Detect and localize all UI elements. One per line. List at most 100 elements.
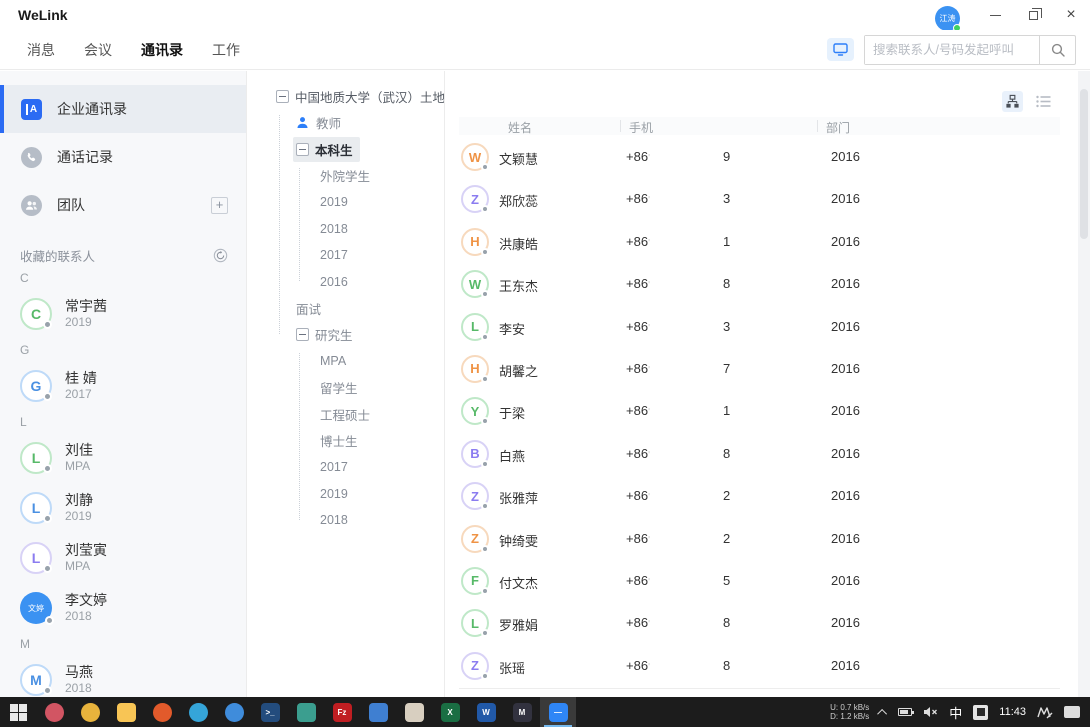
taskbar-app-marktext[interactable]: M: [504, 697, 540, 727]
taskbar-app-app-pink[interactable]: [36, 697, 72, 727]
table-row[interactable]: F付文杰+8652016: [459, 560, 1060, 602]
ime-indicator[interactable]: 中: [949, 703, 962, 722]
tree-node[interactable]: 2018: [247, 507, 444, 534]
collapse-icon[interactable]: [296, 328, 309, 341]
tree-node[interactable]: 博士生: [247, 428, 444, 455]
tree-node[interactable]: 2017: [247, 242, 444, 269]
table-row[interactable]: Z张雅萍+8622016: [459, 475, 1060, 517]
favorite-contact[interactable]: L刘静2019: [20, 483, 246, 533]
tab-4[interactable]: 工作: [212, 40, 240, 60]
tree-node[interactable]: 工程硕士: [247, 401, 444, 428]
contact-info: 刘佳MPA: [65, 442, 93, 474]
table-row[interactable]: L罗雅娟+8682016: [459, 602, 1060, 644]
tree-node[interactable]: MPA: [247, 348, 444, 375]
contact-sub: MPA: [65, 559, 107, 574]
tab-2[interactable]: 会议: [84, 40, 112, 60]
volume-muted-icon[interactable]: [923, 706, 938, 718]
taskbar-app-powershell[interactable]: >_: [252, 697, 288, 727]
tab-3[interactable]: 通讯录: [141, 40, 183, 60]
table-row[interactable]: Z郑欣蕊+8632016: [459, 178, 1060, 220]
taskbar-app-word[interactable]: W: [468, 697, 504, 727]
tree-node[interactable]: 外院学生: [247, 163, 444, 190]
call-screen-icon[interactable]: [827, 38, 854, 61]
battery-icon[interactable]: [898, 708, 912, 716]
tree-node[interactable]: 留学生: [247, 375, 444, 402]
cell-department: 2016: [831, 488, 860, 503]
cell-phone-last-digit: 1: [723, 234, 730, 249]
favorite-contact[interactable]: L刘莹寅MPA: [20, 533, 246, 583]
phone-icon: [21, 147, 42, 168]
action-center-icon[interactable]: [1064, 706, 1080, 718]
search-input[interactable]: [865, 36, 1039, 64]
favorite-contact[interactable]: L刘佳MPA: [20, 433, 246, 483]
cell-name: 于梁: [499, 403, 525, 422]
table-row[interactable]: Z钟绮雯+8622016: [459, 518, 1060, 560]
tree-node[interactable]: 2019: [247, 481, 444, 508]
favorite-contact[interactable]: G桂 婧2017: [20, 361, 246, 411]
taskbar-app-filezilla[interactable]: Fz: [324, 697, 360, 727]
add-team-button[interactable]: +: [211, 197, 228, 214]
sidebar-item-corporate-directory[interactable]: A 企业通讯录: [0, 85, 246, 133]
user-avatar[interactable]: 江涛: [935, 6, 960, 31]
taskbar-app-app-orange[interactable]: [144, 697, 180, 727]
show-hidden-icons-chevron[interactable]: [877, 708, 887, 718]
table-row[interactable]: H洪康皓+8612016: [459, 221, 1060, 263]
collapse-icon[interactable]: [296, 143, 309, 156]
table-row[interactable]: Z张瑶+8682016: [459, 645, 1060, 687]
taskbar-app-photos[interactable]: [360, 697, 396, 727]
restore-button[interactable]: [1014, 1, 1052, 29]
pen-icon[interactable]: [1037, 706, 1053, 719]
taskbar-app-gis-app[interactable]: [288, 697, 324, 727]
close-button[interactable]: ×: [1052, 1, 1090, 29]
avatar-initial: Z: [471, 658, 479, 673]
tree-node[interactable]: 2017: [247, 454, 444, 481]
taskbar-app-start[interactable]: [0, 697, 36, 727]
favorite-contact[interactable]: 文婷李文婷2018: [20, 583, 246, 633]
offline-status-dot: [481, 248, 489, 256]
tree-node[interactable]: 教师: [247, 110, 444, 137]
table-row[interactable]: Y于梁+8612016: [459, 390, 1060, 432]
table-row[interactable]: L李安+8632016: [459, 306, 1060, 348]
tree-node[interactable]: 2016: [247, 269, 444, 296]
search-button[interactable]: [1039, 36, 1075, 64]
org-view-toggle[interactable]: [1002, 91, 1023, 112]
table-row[interactable]: B白燕+8682016: [459, 433, 1060, 475]
refresh-icon[interactable]: [213, 248, 228, 263]
scrollbar-thumb[interactable]: [1080, 89, 1088, 239]
table-row[interactable]: H胡馨之+8672016: [459, 348, 1060, 390]
taskbar-app-edge-browser[interactable]: [180, 697, 216, 727]
tab-1[interactable]: 消息: [27, 40, 55, 60]
taskbar-app-welink[interactable]: —: [540, 697, 576, 727]
tree-node[interactable]: 2018: [247, 216, 444, 243]
clock[interactable]: 11:43: [999, 706, 1026, 718]
tree-node[interactable]: 2019: [247, 189, 444, 216]
taskbar-app-app-beige[interactable]: [396, 697, 432, 727]
tree-node[interactable]: 中国地质大学（武汉）土地...: [247, 83, 444, 110]
taskbar-apps: >_ Fz XWM—: [0, 697, 576, 727]
scrollbar[interactable]: [1078, 71, 1090, 697]
favorite-contact[interactable]: C常宇茜2019: [20, 289, 246, 339]
contact-name: 刘莹寅: [65, 542, 107, 559]
contact-info: 刘静2019: [65, 492, 93, 524]
taskbar-app-app-yellow[interactable]: [72, 697, 108, 727]
list-view-toggle[interactable]: [1033, 91, 1054, 112]
ime-mode-icon[interactable]: [973, 705, 988, 720]
minimize-button[interactable]: [976, 1, 1014, 29]
collapse-icon[interactable]: [276, 90, 289, 103]
cell-department: 2016: [831, 446, 860, 461]
taskbar-app-search-tool[interactable]: [216, 697, 252, 727]
favorite-contact[interactable]: M马燕2018: [20, 655, 246, 697]
offline-status-dot: [481, 290, 489, 298]
person-icon: [296, 116, 310, 130]
taskbar-app-file-explorer[interactable]: [108, 697, 144, 727]
tree-node[interactable]: 面试: [247, 295, 444, 322]
tree-node[interactable]: 本科生: [247, 136, 444, 163]
cell-phone-last-digit: 8: [723, 615, 730, 630]
offline-status-dot: [481, 205, 489, 213]
sidebar-item-call-history[interactable]: 通话记录: [0, 133, 246, 181]
tree-node[interactable]: 研究生: [247, 322, 444, 349]
table-row[interactable]: W王东杰+8682016: [459, 263, 1060, 305]
taskbar-app-excel[interactable]: X: [432, 697, 468, 727]
sidebar-item-teams[interactable]: 团队 +: [0, 181, 246, 229]
table-row[interactable]: W文颖慧+8692016: [459, 136, 1060, 178]
